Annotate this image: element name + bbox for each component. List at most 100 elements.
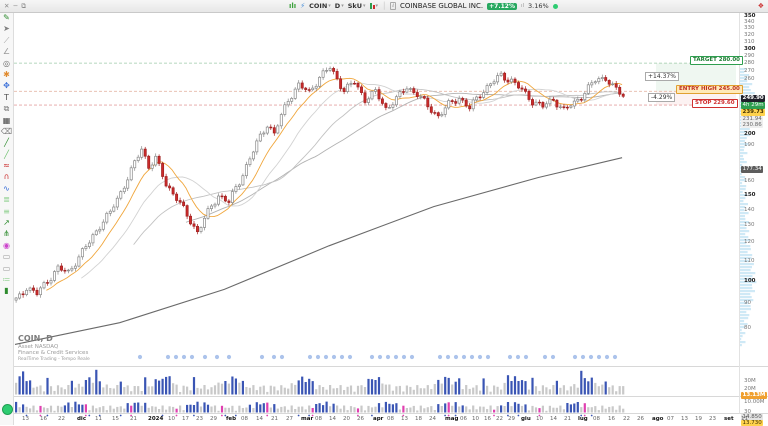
candle-body [102, 222, 104, 229]
event-marker-icon[interactable] [378, 355, 382, 359]
settings-gear-icon[interactable]: ✱ [0, 69, 13, 80]
chart-type-dropdown[interactable]: ▾ [370, 3, 379, 9]
event-marker-icon[interactable] [597, 355, 601, 359]
event-marker-icon[interactable] [470, 355, 474, 359]
target-price-label[interactable]: TARGET 280.00 [690, 56, 743, 65]
pitchfork-icon[interactable]: ⋔ [0, 228, 13, 239]
candle-body [92, 235, 94, 243]
volume-bar [162, 379, 164, 395]
event-marker-icon[interactable] [478, 355, 482, 359]
event-marker-icon[interactable] [613, 355, 617, 359]
symbol-dropdown[interactable]: COIN ▾ [309, 2, 331, 10]
price-axis[interactable]: 249.90 4h 29m 239.73 231.94 230.86 177.3… [740, 12, 768, 413]
event-marker-icon[interactable] [340, 355, 344, 359]
event-marker-icon[interactable] [316, 355, 320, 359]
date-tick-label: 22 [58, 416, 65, 422]
window-restore-button[interactable]: ⧉ [21, 2, 26, 11]
event-marker-icon[interactable] [446, 355, 450, 359]
date-axis[interactable]: 131622dic111521202410172329feb08142127ma… [13, 414, 768, 425]
volume-bar [186, 387, 188, 395]
event-marker-icon[interactable] [581, 355, 585, 359]
trendline-icon[interactable]: ∠ [0, 46, 13, 57]
candle-body [378, 90, 380, 99]
volume-bar [29, 380, 31, 394]
event-marker-icon[interactable] [138, 355, 142, 359]
event-marker-icon[interactable] [462, 355, 466, 359]
event-marker-icon[interactable] [182, 355, 186, 359]
event-marker-icon[interactable] [308, 355, 312, 359]
window-close-button[interactable]: ✕ [4, 2, 9, 10]
event-marker-icon[interactable] [272, 355, 276, 359]
segment-icon[interactable]: ╱ [0, 149, 13, 160]
indicator-bar [252, 408, 254, 413]
bar-tool-icon[interactable]: ▮ [0, 285, 13, 296]
volume-bar [563, 385, 565, 394]
event-marker-icon[interactable] [370, 355, 374, 359]
zoom-icon[interactable]: ◎ [0, 58, 13, 69]
mode-dropdown[interactable]: SkU ▾ [348, 2, 366, 10]
alert-price-badge[interactable]: 239.73 [741, 109, 765, 116]
ruler-icon[interactable]: ⟋ [0, 35, 13, 46]
pattern-icon[interactable]: ≈ [0, 160, 13, 171]
cursor-icon[interactable]: ➤ [0, 23, 13, 34]
event-marker-icon[interactable] [573, 355, 577, 359]
copy-icon[interactable]: ⧉ [0, 103, 13, 114]
indicator-bar [183, 410, 185, 412]
event-marker-icon[interactable] [386, 355, 390, 359]
event-marker-icon[interactable] [508, 355, 512, 359]
levels-icon[interactable]: ≡ [0, 206, 13, 217]
event-marker-icon[interactable] [516, 355, 520, 359]
draw-pencil-icon[interactable]: ✎ [0, 12, 13, 23]
axis-settings-icon[interactable]: ❖ [758, 2, 764, 10]
event-marker-icon[interactable] [524, 355, 528, 359]
measure2-icon[interactable]: ▭ [0, 263, 13, 274]
event-marker-icon[interactable] [589, 355, 593, 359]
palette-icon[interactable]: ◉ [0, 240, 13, 251]
entry-price-label[interactable]: ENTRY HIGH 245.00 [676, 85, 743, 94]
info-icon[interactable]: ⅈ [390, 2, 396, 10]
event-marker-icon[interactable] [215, 355, 219, 359]
indicator-bar [430, 406, 432, 412]
event-marker-icon[interactable] [410, 355, 414, 359]
candle-body [336, 71, 338, 78]
event-marker-icon[interactable] [543, 355, 547, 359]
arrow-tool-icon[interactable]: ↗ [0, 217, 13, 228]
fib-lines-icon[interactable]: ≣ [0, 194, 13, 205]
event-marker-icon[interactable] [394, 355, 398, 359]
event-marker-icon[interactable] [227, 355, 231, 359]
candle-body [71, 268, 73, 270]
event-marker-icon[interactable] [280, 355, 284, 359]
fib-levels-icon[interactable]: ≔ [0, 274, 13, 285]
timeframe-dropdown[interactable]: D ▾ [335, 2, 344, 10]
event-marker-icon[interactable] [438, 355, 442, 359]
volume-bar [524, 381, 526, 394]
move-icon[interactable]: ✥ [0, 80, 13, 91]
indicator-bar [280, 407, 282, 413]
text-tool-icon[interactable]: T [0, 92, 13, 103]
event-marker-icon[interactable] [348, 355, 352, 359]
volume-bar [196, 388, 198, 395]
event-marker-icon[interactable] [332, 355, 336, 359]
date-tick-label: 21 [564, 416, 571, 422]
event-marker-icon[interactable] [203, 355, 207, 359]
event-marker-icon[interactable] [486, 355, 490, 359]
measure-icon[interactable]: ▭ [0, 251, 13, 262]
trash-icon[interactable]: ⌫ [0, 126, 13, 137]
diagonal-line-icon[interactable]: ╱ [0, 137, 13, 148]
arc-icon[interactable]: ∩ [0, 171, 13, 182]
window-minimize-button[interactable]: ─ [13, 2, 17, 10]
wave-icon[interactable]: ∿ [0, 183, 13, 194]
stop-price-label[interactable]: STOP 229.60 [692, 99, 738, 108]
event-marker-icon[interactable] [402, 355, 406, 359]
brush-icon[interactable]: ▦ [0, 115, 13, 126]
event-marker-icon[interactable] [324, 355, 328, 359]
event-marker-icon[interactable] [174, 355, 178, 359]
event-marker-icon[interactable] [551, 355, 555, 359]
chevron-down-icon: ▾ [363, 3, 366, 9]
event-marker-icon[interactable] [190, 355, 194, 359]
event-marker-icon[interactable] [605, 355, 609, 359]
indicator-bar [141, 406, 143, 413]
event-marker-icon[interactable] [166, 355, 170, 359]
event-marker-icon[interactable] [260, 355, 264, 359]
event-marker-icon[interactable] [454, 355, 458, 359]
